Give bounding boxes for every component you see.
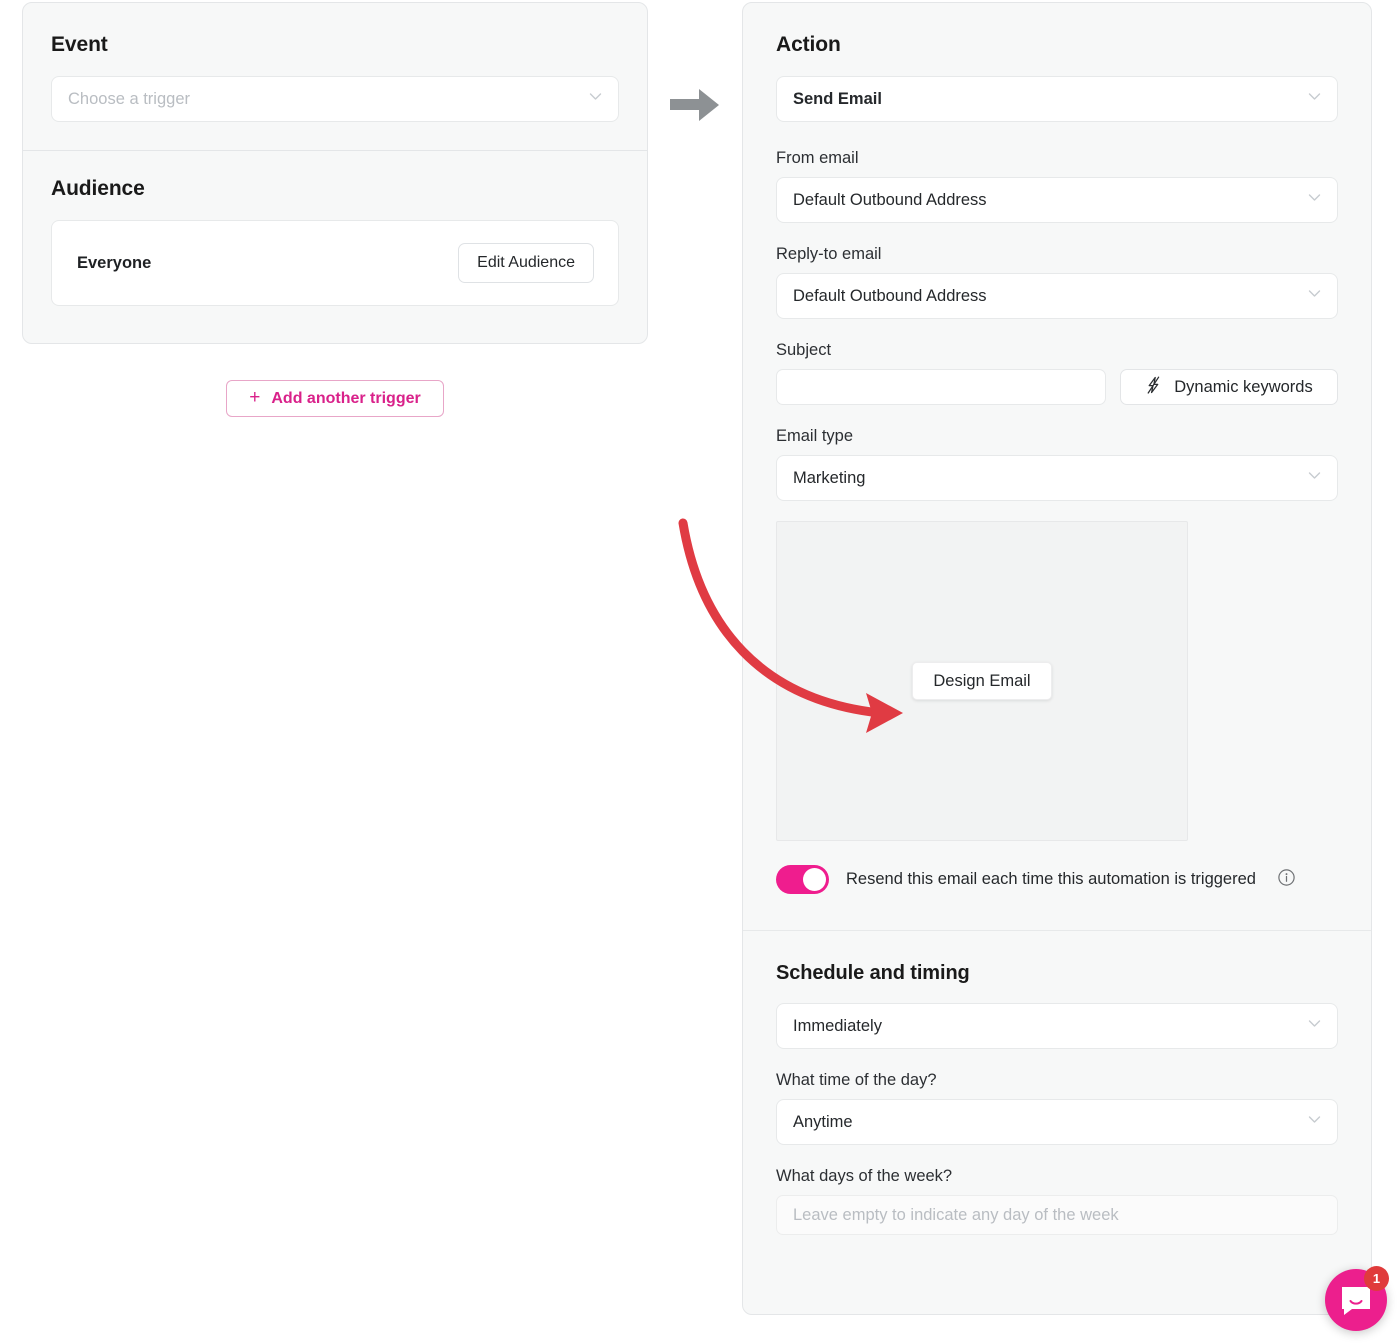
schedule-when-select[interactable]: Immediately: [776, 1003, 1338, 1049]
from-email-label: From email: [776, 149, 859, 167]
from-email-select[interactable]: Default Outbound Address: [776, 177, 1338, 223]
subject-label: Subject: [776, 341, 832, 359]
subject-row: Dynamic keywords: [776, 369, 1338, 405]
arrow-right-icon: [668, 86, 722, 124]
toggle-knob: [803, 868, 826, 891]
chevron-down-icon: [1306, 1015, 1323, 1037]
messenger-unread-badge: 1: [1364, 1266, 1389, 1291]
resend-toggle-label: Resend this email each time this automat…: [846, 870, 1256, 888]
info-circle-icon[interactable]: [1277, 868, 1296, 892]
add-another-trigger-label: Add another trigger: [271, 389, 421, 407]
add-trigger-row: + Add another trigger: [22, 380, 648, 417]
schedule-days-input[interactable]: Leave empty to indicate any day of the w…: [776, 1195, 1338, 1235]
event-section-title: Event: [51, 33, 108, 56]
from-email-value: Default Outbound Address: [793, 190, 987, 209]
schedule-days-placeholder: Leave empty to indicate any day of the w…: [793, 1205, 1119, 1224]
lightning-bolt-icon: [1145, 376, 1162, 399]
reply-to-email-select[interactable]: Default Outbound Address: [776, 273, 1338, 319]
trigger-panel: Event Choose a trigger Audience Everyone…: [22, 2, 648, 344]
action-section-title: Action: [776, 33, 841, 56]
audience-section-title: Audience: [51, 177, 145, 200]
event-section: Event Choose a trigger: [23, 3, 647, 150]
chevron-down-icon: [1306, 88, 1323, 110]
chevron-down-icon: [1306, 189, 1323, 211]
reply-to-email-label: Reply-to email: [776, 245, 882, 263]
action-panel: Action Send Email From email Default Out…: [742, 2, 1372, 1315]
action-type-value: Send Email: [793, 89, 882, 108]
resend-toggle[interactable]: [776, 865, 829, 894]
schedule-days-label: What days of the week?: [776, 1167, 953, 1185]
schedule-time-select[interactable]: Anytime: [776, 1099, 1338, 1145]
trigger-select[interactable]: Choose a trigger: [51, 76, 619, 122]
edit-audience-button[interactable]: Edit Audience: [458, 243, 594, 283]
email-type-select[interactable]: Marketing: [776, 455, 1338, 501]
email-type-value: Marketing: [793, 468, 866, 487]
action-panel-body: Action Send Email From email Default Out…: [743, 3, 1371, 1235]
trigger-select-placeholder: Choose a trigger: [68, 89, 190, 108]
audience-name: Everyone: [77, 253, 152, 272]
schedule-time-value: Anytime: [793, 1112, 853, 1131]
automation-editor: Event Choose a trigger Audience Everyone…: [0, 0, 1400, 1343]
audience-section: Audience Everyone Edit Audience: [23, 151, 647, 334]
messenger-launcher-button[interactable]: 1: [1325, 1266, 1389, 1331]
schedule-time-label: What time of the day?: [776, 1071, 937, 1089]
chevron-down-icon: [587, 88, 604, 110]
reply-to-email-value: Default Outbound Address: [793, 286, 987, 305]
chat-bubble-icon: [1342, 1287, 1370, 1315]
design-email-button[interactable]: Design Email: [912, 662, 1052, 700]
chevron-down-icon: [1306, 467, 1323, 489]
dynamic-keywords-button[interactable]: Dynamic keywords: [1120, 369, 1338, 405]
add-another-trigger-button[interactable]: + Add another trigger: [226, 380, 444, 417]
resend-toggle-row: Resend this email each time this automat…: [776, 865, 1338, 930]
schedule-divider: [743, 930, 1371, 931]
email-design-canvas: Design Email: [776, 521, 1188, 841]
plus-icon: +: [249, 387, 261, 408]
schedule-when-value: Immediately: [793, 1016, 882, 1035]
schedule-section-title: Schedule and timing: [776, 962, 970, 984]
chevron-down-icon: [1306, 1111, 1323, 1133]
audience-card: Everyone Edit Audience: [51, 220, 619, 306]
chevron-down-icon: [1306, 285, 1323, 307]
email-type-label: Email type: [776, 427, 854, 445]
action-type-select[interactable]: Send Email: [776, 76, 1338, 122]
dynamic-keywords-label: Dynamic keywords: [1174, 377, 1313, 396]
subject-input[interactable]: [776, 369, 1106, 405]
